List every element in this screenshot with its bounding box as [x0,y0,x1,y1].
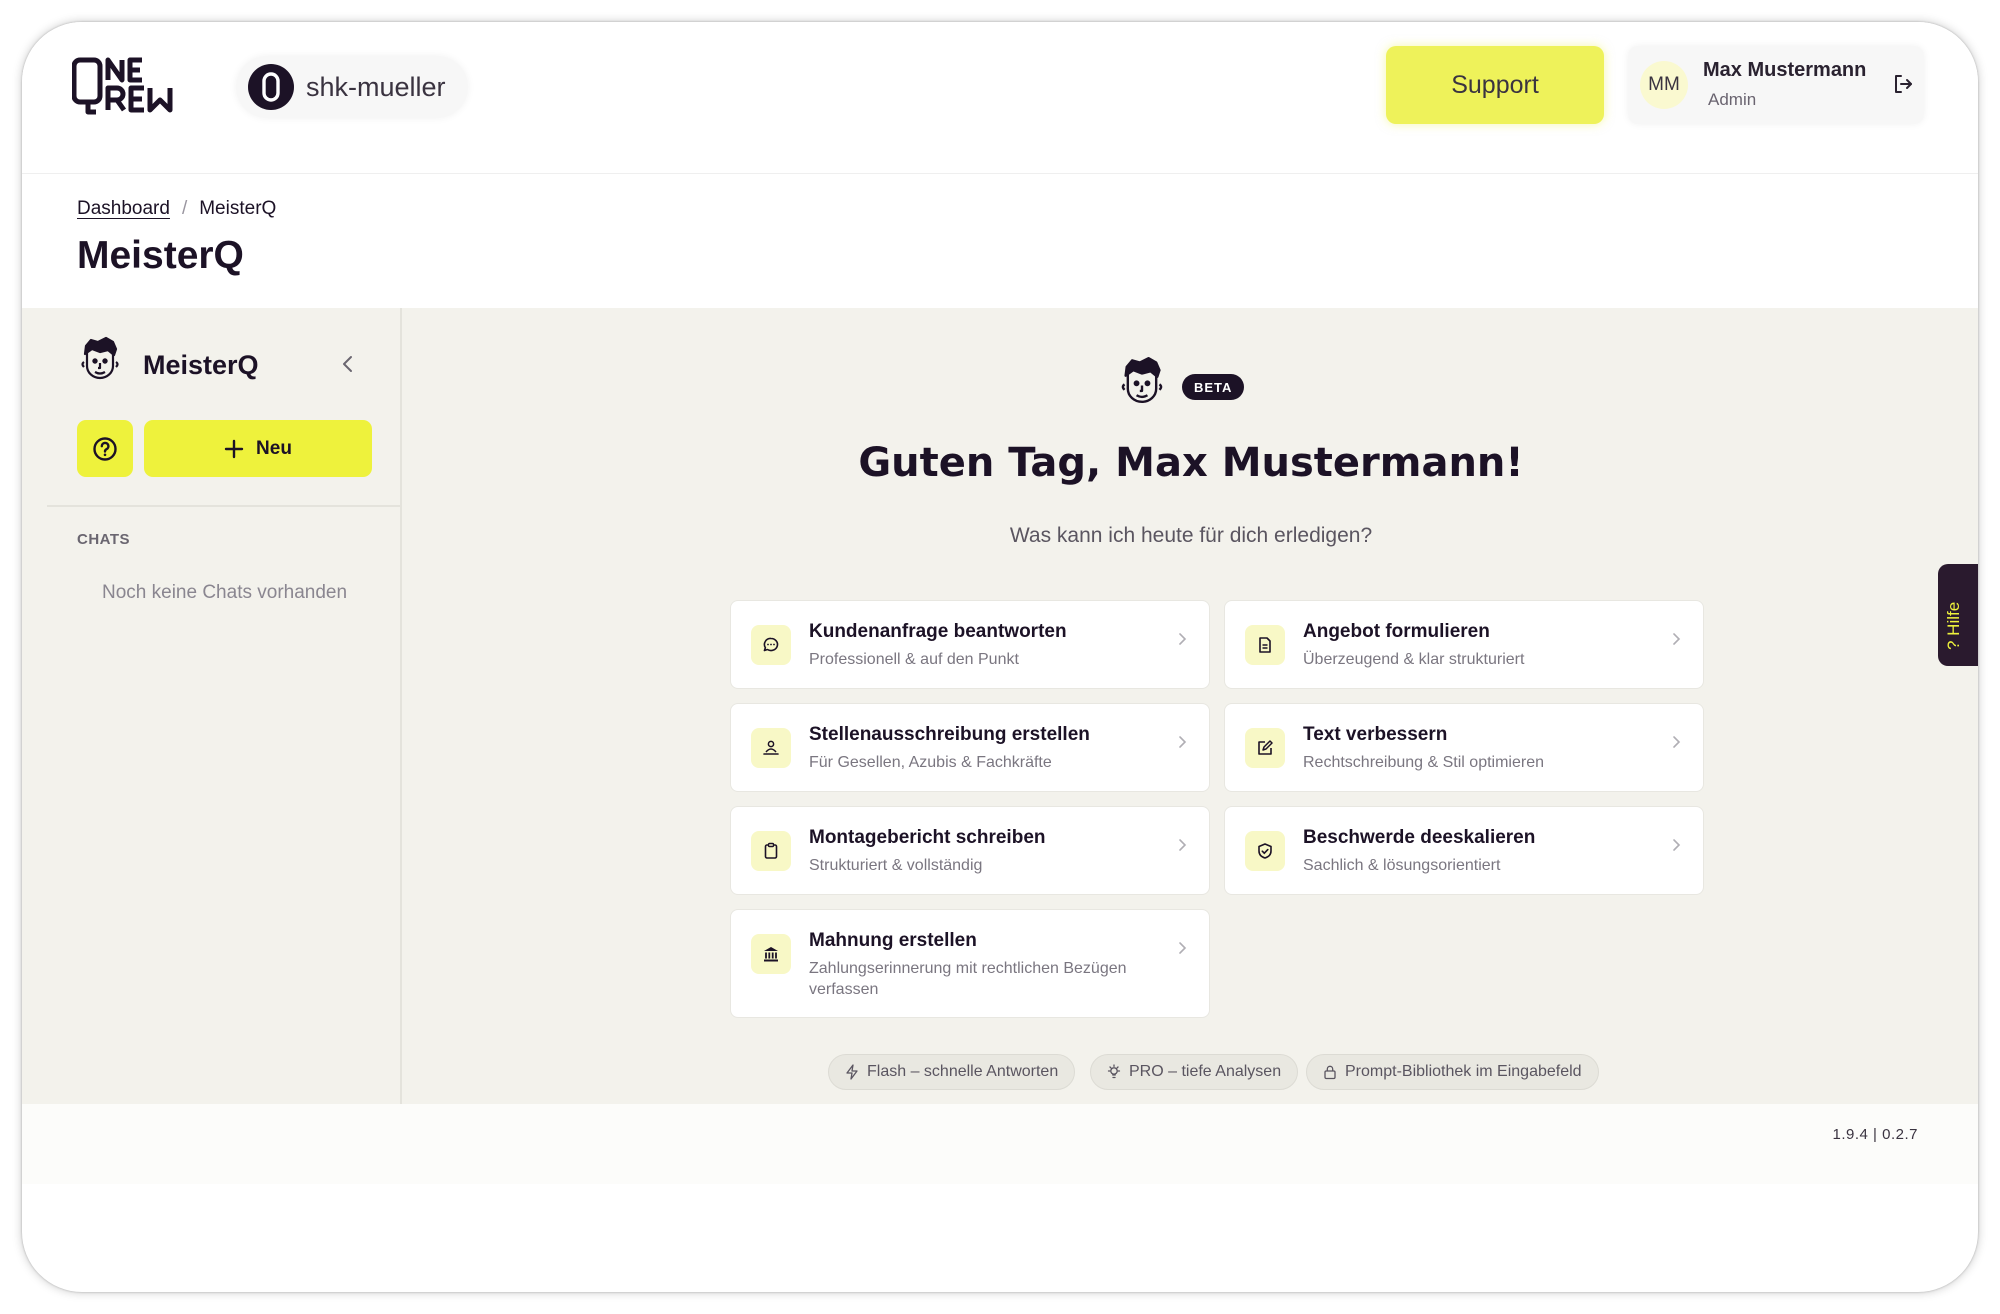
help-side-tab[interactable]: ? Hilfe [1938,564,1978,666]
card-title: Kundenanfrage beantworten [809,621,1067,642]
bank-icon [751,934,791,974]
chevron-right-icon [1673,839,1681,851]
main-content: BETA Guten Tag, Max Mustermann! Was kann… [404,308,1978,1104]
page-title: MeisterQ [77,234,244,277]
chip-label: PRO – tiefe Analysen [1129,1063,1282,1080]
breadcrumb-separator: / [181,198,188,219]
card-description: Überzeugend & klar strukturiert [1303,651,1525,668]
card-title: Stellenausschreibung erstellen [809,724,1090,745]
greeting-heading: Guten Tag, Max Mustermann! [858,440,1524,486]
chevron-right-icon [1179,839,1187,851]
logout-icon[interactable] [1892,73,1914,95]
chevron-right-icon [1179,633,1187,645]
workspace: MeisterQ Neu CHATS Noch keine Chats vorh [22,308,1978,1104]
beta-badge: BETA [1182,374,1245,400]
breadcrumb-current: MeisterQ [199,198,277,219]
feature-chip-prompt-library: Prompt-Bibliothek im Eingabefeld [1306,1054,1599,1090]
organization-icon [248,64,294,110]
chevron-right-icon [1673,633,1681,645]
meisterq-avatar-icon [81,336,119,380]
lightbulb-icon [1107,1064,1121,1079]
chat-sidebar: MeisterQ Neu CHATS Noch keine Chats vorh [22,308,402,1104]
question-circle-icon [93,436,117,461]
user-name: Max Mustermann [1703,59,1867,81]
version-info: 1.9.4 | 0.2.7 [1832,1126,1918,1143]
card-description: Zahlungserinnerung mit rechtlichen Bezüg… [809,960,1127,998]
app-window: shk-mueller Support MM Max Mustermann Ad… [22,22,1978,1292]
card-description: Sachlich & lösungsorientiert [1303,857,1501,874]
lock-icon [1324,1065,1336,1080]
breadcrumb-dashboard-link[interactable]: Dashboard [77,198,170,220]
chevron-right-icon [1673,736,1681,748]
help-side-tab-label: ? Hilfe [1944,601,1963,650]
prompt-card-text-verbessern[interactable]: Text verbessern Rechtschreibung & Stil o… [1224,703,1704,792]
edit-icon [1245,728,1285,768]
prompt-card-kundenanfrage[interactable]: Kundenanfrage beantworten Professionell … [730,600,1210,689]
organization-switcher[interactable]: shk-mueller [236,56,468,118]
card-title: Montagebericht schreiben [809,827,1046,848]
prompt-card-beschwerde[interactable]: Beschwerde deeskalieren Sachlich & lösun… [1224,806,1704,895]
support-button[interactable]: Support [1386,46,1604,124]
feature-chip-flash: Flash – schnelle Antworten [828,1054,1076,1090]
document-icon [1245,625,1285,665]
prompt-card-mahnung[interactable]: Mahnung erstellen Zahlungserinnerung mit… [730,909,1210,1018]
sidebar-title: MeisterQ [143,350,259,380]
help-button[interactable] [77,420,133,477]
avatar: MM [1640,61,1688,109]
breadcrumb: Dashboard / MeisterQ [77,198,276,220]
new-chat-button[interactable]: Neu [144,420,372,477]
chevron-right-icon [1179,736,1187,748]
footer: 1.9.4 | 0.2.7 [22,1104,1978,1184]
chevron-right-icon [1179,942,1187,954]
card-title: Text verbessern [1303,724,1448,745]
user-role: Admin [1708,90,1757,109]
chats-empty-state: Noch keine Chats vorhanden [102,582,348,603]
card-description: Rechtschreibung & Stil optimieren [1303,754,1545,771]
shield-check-icon [1245,831,1285,871]
prompt-card-montagebericht[interactable]: Montagebericht schreiben Strukturiert & … [730,806,1210,895]
feature-chip-pro: PRO – tiefe Analysen [1090,1054,1299,1090]
lightning-icon [846,1064,858,1080]
oneqrew-logo[interactable] [72,54,196,116]
prompt-card-angebot[interactable]: Angebot formulieren Überzeugend & klar s… [1224,600,1704,689]
chip-label: Flash – schnelle Antworten [867,1063,1059,1080]
card-title: Beschwerde deeskalieren [1303,827,1536,848]
chats-heading: CHATS [77,531,131,548]
person-laptop-icon [751,728,791,768]
message-bubble-icon [751,625,791,665]
organization-name: shk-mueller [306,71,446,102]
new-chat-label: Neu [256,437,292,459]
greeting-subtitle: Was kann ich heute für dich erledigen? [1009,524,1373,547]
card-title: Mahnung erstellen [809,930,977,951]
card-description: Für Gesellen, Azubis & Fachkräfte [809,754,1052,771]
card-description: Professionell & auf den Punkt [809,651,1019,668]
card-title: Angebot formulieren [1303,621,1490,642]
meisterq-avatar-icon [1121,356,1163,403]
sidebar-divider [47,505,402,507]
clipboard-icon [751,831,791,871]
plus-icon [224,439,244,458]
prompt-card-stellenausschreibung[interactable]: Stellenausschreibung erstellen Für Gesel… [730,703,1210,792]
user-menu[interactable]: MM Max Mustermann Admin [1628,46,1924,124]
chevron-left-icon[interactable] [340,354,356,374]
card-description: Strukturiert & vollständig [809,857,983,874]
top-bar: shk-mueller Support MM Max Mustermann Ad… [22,22,1978,174]
chip-label: Prompt-Bibliothek im Eingabefeld [1345,1063,1582,1080]
